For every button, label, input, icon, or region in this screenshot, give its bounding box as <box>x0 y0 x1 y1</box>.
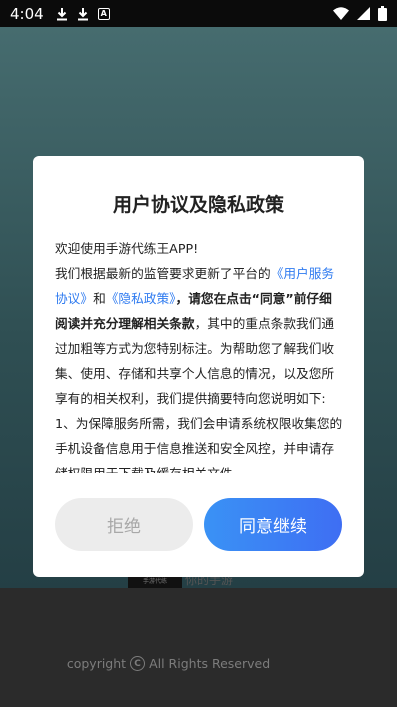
agree-continue-button[interactable]: 同意继续 <box>204 498 342 551</box>
download-icon-2 <box>77 7 88 20</box>
app-notification-icon: A <box>97 7 110 20</box>
dialog-title: 用户协议及隐私政策 <box>112 194 284 216</box>
copyright-suffix: All Rights Reserved <box>149 656 271 671</box>
notification-icons: A <box>56 7 110 21</box>
signal-icon <box>357 7 370 20</box>
status-time: 4:04 <box>10 4 44 23</box>
and-text: 和 <box>93 291 106 306</box>
privacy-policy-link[interactable]: 《隐私政策》 <box>106 291 176 306</box>
agreement-paragraph: 我们根据最新的监管要求更新了平台的《用户服务协议》和《隐私政策》，请您在点击“同… <box>55 261 343 411</box>
system-icons <box>333 6 387 21</box>
download-icon <box>56 7 67 20</box>
battery-icon <box>378 6 387 21</box>
copyright-prefix: copyright <box>66 656 127 671</box>
permission-paragraph: 1、为保障服务所需，我们会申请系统权限收集您的手机设备信息用于信息推送和安全风控… <box>55 416 343 473</box>
app-banner-strip: 手游代练 <box>128 576 182 588</box>
dialog-body[interactable]: 欢迎使用手游代练王APP! 我们根据最新的监管要求更新了平台的《用户服务协议》和… <box>55 236 343 473</box>
agreement-intro: 我们根据最新的监管要求更新了平台的 <box>55 266 271 281</box>
copyright-icon: C <box>130 656 146 671</box>
welcome-line: 欢迎使用手游代练王APP! <box>55 241 199 256</box>
app-footer-area <box>0 588 397 707</box>
reject-button[interactable]: 拒绝 <box>55 498 193 551</box>
privacy-dialog: 用户协议及隐私政策 欢迎使用手游代练王APP! 我们根据最新的监管要求更新了平台… <box>33 156 364 577</box>
wifi-icon <box>333 7 349 20</box>
copyright-footer: copyright C All Rights Reserved <box>0 656 397 671</box>
status-bar: 4:04 A <box>0 0 397 27</box>
